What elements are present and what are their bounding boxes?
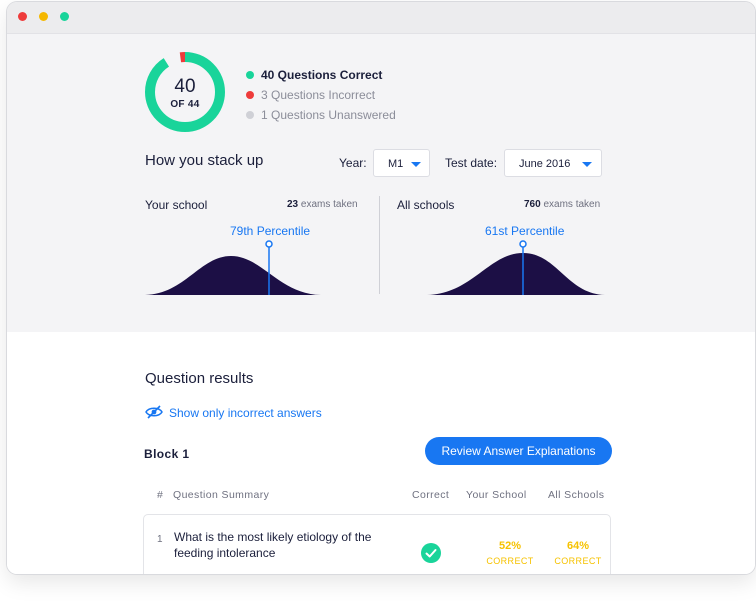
year-select-value: M1 — [388, 158, 404, 170]
minimize-window-button[interactable] — [39, 12, 48, 21]
check-icon — [421, 543, 441, 563]
year-label: Year: — [339, 156, 367, 170]
your-school-title: Your school — [145, 198, 208, 212]
correct-dot-icon — [246, 71, 254, 79]
table-row[interactable]: 1 What is the most likely etiology of th… — [143, 514, 611, 574]
close-window-button[interactable] — [18, 12, 27, 21]
your-school-correct-percent: 52% — [498, 540, 522, 552]
block-label: Block 1 — [144, 447, 190, 461]
eye-off-icon[interactable] — [145, 404, 163, 420]
column-header-all-schools: All Schools — [548, 489, 605, 501]
all-schools-exams-count: 760 — [524, 199, 541, 210]
question-results-panel: Question results Show only incorrect ans… — [7, 332, 755, 574]
score-total: OF 44 — [170, 99, 200, 110]
legend-correct: 40 Questions Correct — [246, 68, 382, 82]
show-incorrect-toggle[interactable]: Show only incorrect answers — [169, 406, 322, 420]
your-school-exams-count: 23 — [287, 199, 299, 210]
legend-incorrect-label: 3 Questions Incorrect — [261, 88, 376, 102]
score-correct-count: 40 — [174, 76, 196, 97]
all-schools-curve-area — [427, 253, 605, 295]
column-header-correct: Correct — [412, 489, 450, 501]
incorrect-dot-icon — [246, 91, 254, 99]
all-schools-distribution-curve — [427, 240, 605, 295]
your-school-curve-area — [145, 256, 321, 295]
review-answer-explanations-button[interactable]: Review Answer Explanations — [425, 437, 612, 465]
your-school-distribution-curve — [145, 240, 321, 295]
column-header-summary: Question Summary — [173, 489, 270, 501]
all-schools-title: All schools — [397, 198, 455, 212]
all-schools-exams: 760 exams taken — [524, 199, 600, 210]
your-school-correct-label: CORRECT — [486, 556, 534, 566]
chevron-down-icon — [411, 162, 421, 167]
year-select[interactable]: M1 — [373, 149, 430, 177]
maximize-window-button[interactable] — [60, 12, 69, 21]
stack-up-title: How you stack up — [145, 152, 264, 169]
all-schools-exams-label: exams taken — [543, 199, 601, 210]
all-schools-correct-percent: 64% — [566, 540, 590, 552]
divider — [379, 196, 380, 294]
your-school-percentile-handle — [265, 240, 273, 248]
chevron-down-icon — [582, 162, 592, 167]
unanswered-dot-icon — [246, 111, 254, 119]
question-summary: What is the most likely etiology of the … — [174, 530, 372, 560]
window-titlebar — [7, 2, 755, 34]
all-schools-correct-label: CORRECT — [554, 556, 602, 566]
your-school-exams-label: exams taken — [300, 199, 358, 210]
column-header-your-school: Your School — [466, 489, 527, 501]
legend-correct-label: 40 Questions Correct — [261, 68, 383, 82]
legend-incorrect: 3 Questions Incorrect — [246, 88, 375, 102]
testdate-select-value: June 2016 — [519, 158, 571, 170]
score-summary-panel: 40 OF 44 40 Questions Correct 3 Question… — [7, 34, 755, 332]
all-schools-percentile-handle — [519, 240, 527, 248]
your-school-exams: 23 exams taken — [287, 199, 358, 210]
testdate-label: Test date: — [445, 156, 498, 170]
column-header-num: # — [157, 489, 164, 501]
legend-unanswered: 1 Questions Unanswered — [246, 108, 396, 122]
question-number: 1 — [157, 534, 163, 545]
question-results-title: Question results — [145, 370, 254, 387]
testdate-select[interactable]: June 2016 — [504, 149, 602, 177]
legend-unanswered-label: 1 Questions Unanswered — [261, 108, 396, 122]
browser-window: 40 OF 44 40 Questions Correct 3 Question… — [7, 2, 755, 574]
